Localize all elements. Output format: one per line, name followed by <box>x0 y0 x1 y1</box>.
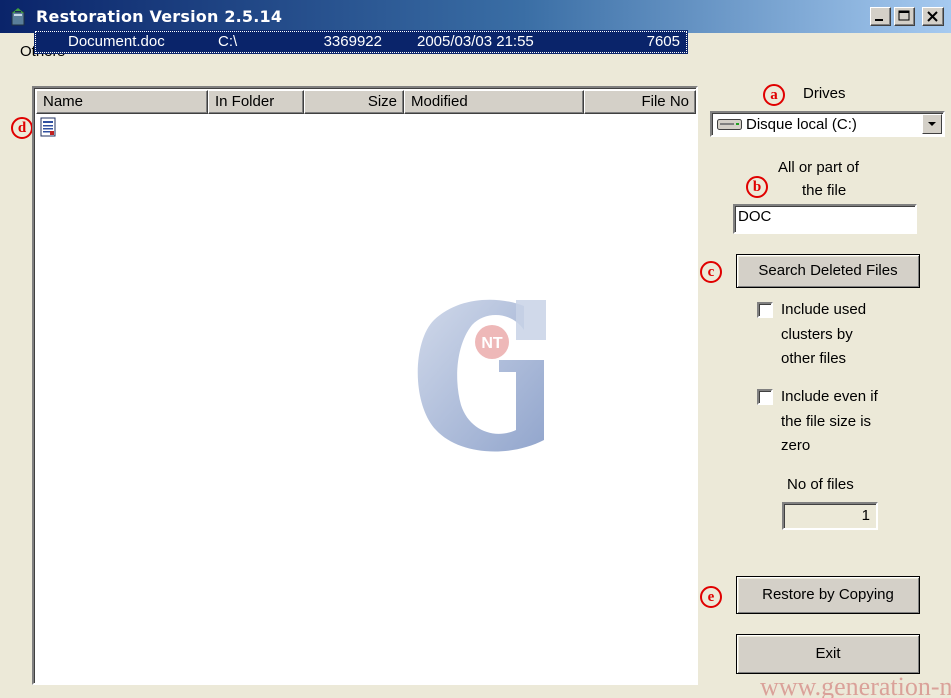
document-icon <box>40 117 56 137</box>
column-file-no[interactable]: File No <box>584 90 696 114</box>
cell-name: Document.doc <box>68 33 165 50</box>
callout-c: c <box>700 261 722 283</box>
include-used-label-3: other files <box>781 350 847 367</box>
drives-label: Drives <box>803 85 846 102</box>
callout-d: d <box>11 117 33 139</box>
watermark-url: www.generation-nt.com <box>760 672 951 698</box>
exit-button[interactable]: Exit <box>736 634 920 674</box>
column-modified[interactable]: Modified <box>404 90 584 114</box>
window-title: Restoration Version 2.5.14 <box>36 7 283 26</box>
list-header: Name In Folder Size Modified File No <box>36 90 696 114</box>
include-used-label-2: clusters by <box>781 326 853 343</box>
search-input[interactable]: DOC <box>733 204 917 234</box>
drives-select[interactable]: Disque local (C:) <box>710 111 945 137</box>
search-deleted-files-button[interactable]: Search Deleted Files <box>736 254 920 288</box>
callout-b: b <box>746 176 768 198</box>
include-zero-label-2: the file size is <box>781 413 872 430</box>
app-icon <box>11 8 25 26</box>
include-used-label-1: Include used <box>781 301 867 318</box>
drives-dropdown-button[interactable] <box>922 114 942 134</box>
include-used-checkbox[interactable] <box>757 302 773 318</box>
watermark-logo-text: NT <box>481 335 503 352</box>
minimize-icon <box>875 19 883 21</box>
column-size[interactable]: Size <box>304 90 404 114</box>
restore-by-copying-button[interactable]: Restore by Copying <box>736 576 920 614</box>
cell-size: 3369922 <box>323 33 382 50</box>
watermark-logo: NT <box>417 299 546 452</box>
close-icon <box>927 11 938 22</box>
column-name[interactable]: Name <box>36 90 208 114</box>
cell-modified: 2005/03/03 21:55 <box>417 33 534 50</box>
minimize-button[interactable] <box>870 7 891 26</box>
title-bar[interactable]: Restoration Version 2.5.14 <box>0 0 951 33</box>
include-zero-label-1: Include even if <box>781 388 878 405</box>
close-button[interactable] <box>922 7 944 26</box>
column-in-folder[interactable]: In Folder <box>208 90 304 114</box>
table-row[interactable]: Document.doc C:\ 3369922 2005/03/03 21:5… <box>34 30 688 54</box>
file-count-value: 1 <box>782 502 878 530</box>
cell-file-no: 7605 <box>646 33 680 50</box>
callout-a: a <box>763 84 785 106</box>
file-count-label: No of files <box>787 476 854 493</box>
include-zero-checkbox[interactable] <box>757 389 773 405</box>
file-list[interactable]: Name In Folder Size Modified File No <box>32 86 698 685</box>
chevron-down-icon <box>928 122 936 126</box>
search-label-line2: the file <box>802 182 847 199</box>
maximize-button[interactable] <box>894 7 915 26</box>
include-zero-label-3: zero <box>781 437 811 454</box>
hard-drive-icon <box>717 119 742 130</box>
callout-e: e <box>700 586 722 608</box>
search-label-line1: All or part of <box>778 159 859 176</box>
drives-selected: Disque local (C:) <box>746 116 857 133</box>
cell-folder: C:\ <box>218 33 238 50</box>
maximize-icon <box>898 10 910 21</box>
